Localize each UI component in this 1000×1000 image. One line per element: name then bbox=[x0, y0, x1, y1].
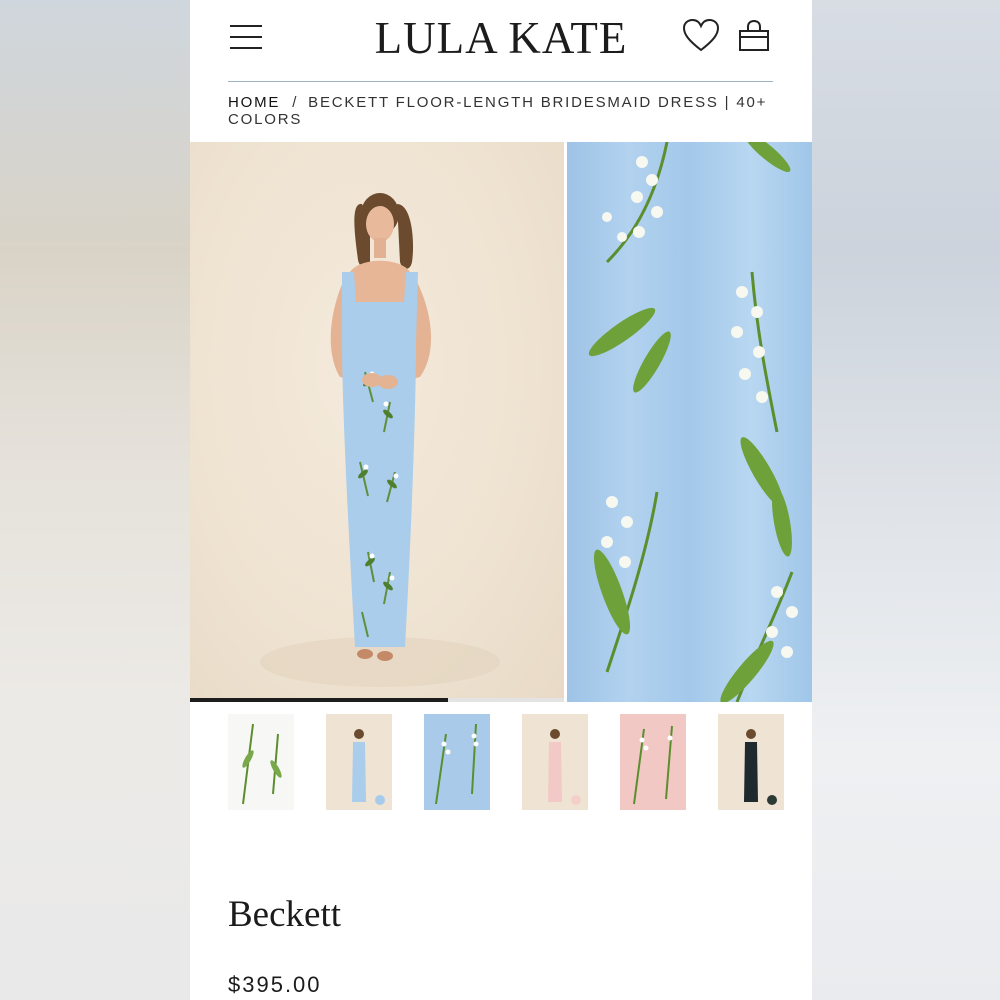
breadcrumb-separator: / bbox=[292, 94, 299, 111]
fabric-detail-image[interactable] bbox=[567, 142, 812, 702]
gallery-progress-bar bbox=[190, 698, 564, 702]
product-title: Beckett bbox=[228, 894, 342, 935]
thumbnail-pink-dress-model[interactable] bbox=[522, 714, 588, 810]
main-product-image[interactable] bbox=[190, 142, 564, 702]
thumbnail-pink-floral-fabric[interactable] bbox=[620, 714, 686, 810]
breadcrumb-home-link[interactable]: HOME bbox=[228, 94, 280, 111]
product-price: $395.00 bbox=[228, 972, 322, 997]
thumbnail-blue-floral-fabric[interactable] bbox=[424, 714, 490, 810]
breadcrumb: HOME / BECKETT FLOOR-LENGTH BRIDESMAID DRE… bbox=[228, 94, 778, 128]
thumbnail-strip bbox=[228, 714, 788, 812]
thumbnail-navy-dress-model[interactable] bbox=[718, 714, 784, 810]
blurred-background-right bbox=[812, 0, 1000, 1000]
lily-of-valley-pattern bbox=[588, 142, 798, 702]
shopping-bag-icon[interactable] bbox=[738, 18, 770, 54]
thumbnail-blue-dress-model[interactable] bbox=[326, 714, 392, 810]
product-page: LULA KATE HOME / BECKETT FLOOR-LENGTH BRID… bbox=[190, 0, 812, 1000]
gallery-progress-fill bbox=[190, 698, 449, 702]
blurred-background-left bbox=[0, 0, 190, 1000]
model-illustration bbox=[260, 193, 500, 687]
breadcrumb-current: BECKETT FLOOR-LENGTH BRIDESMAID DRESS | … bbox=[228, 94, 768, 128]
heart-icon[interactable] bbox=[682, 18, 720, 54]
header-divider bbox=[228, 81, 773, 82]
thumbnail-white-floral-fabric[interactable] bbox=[228, 714, 294, 810]
